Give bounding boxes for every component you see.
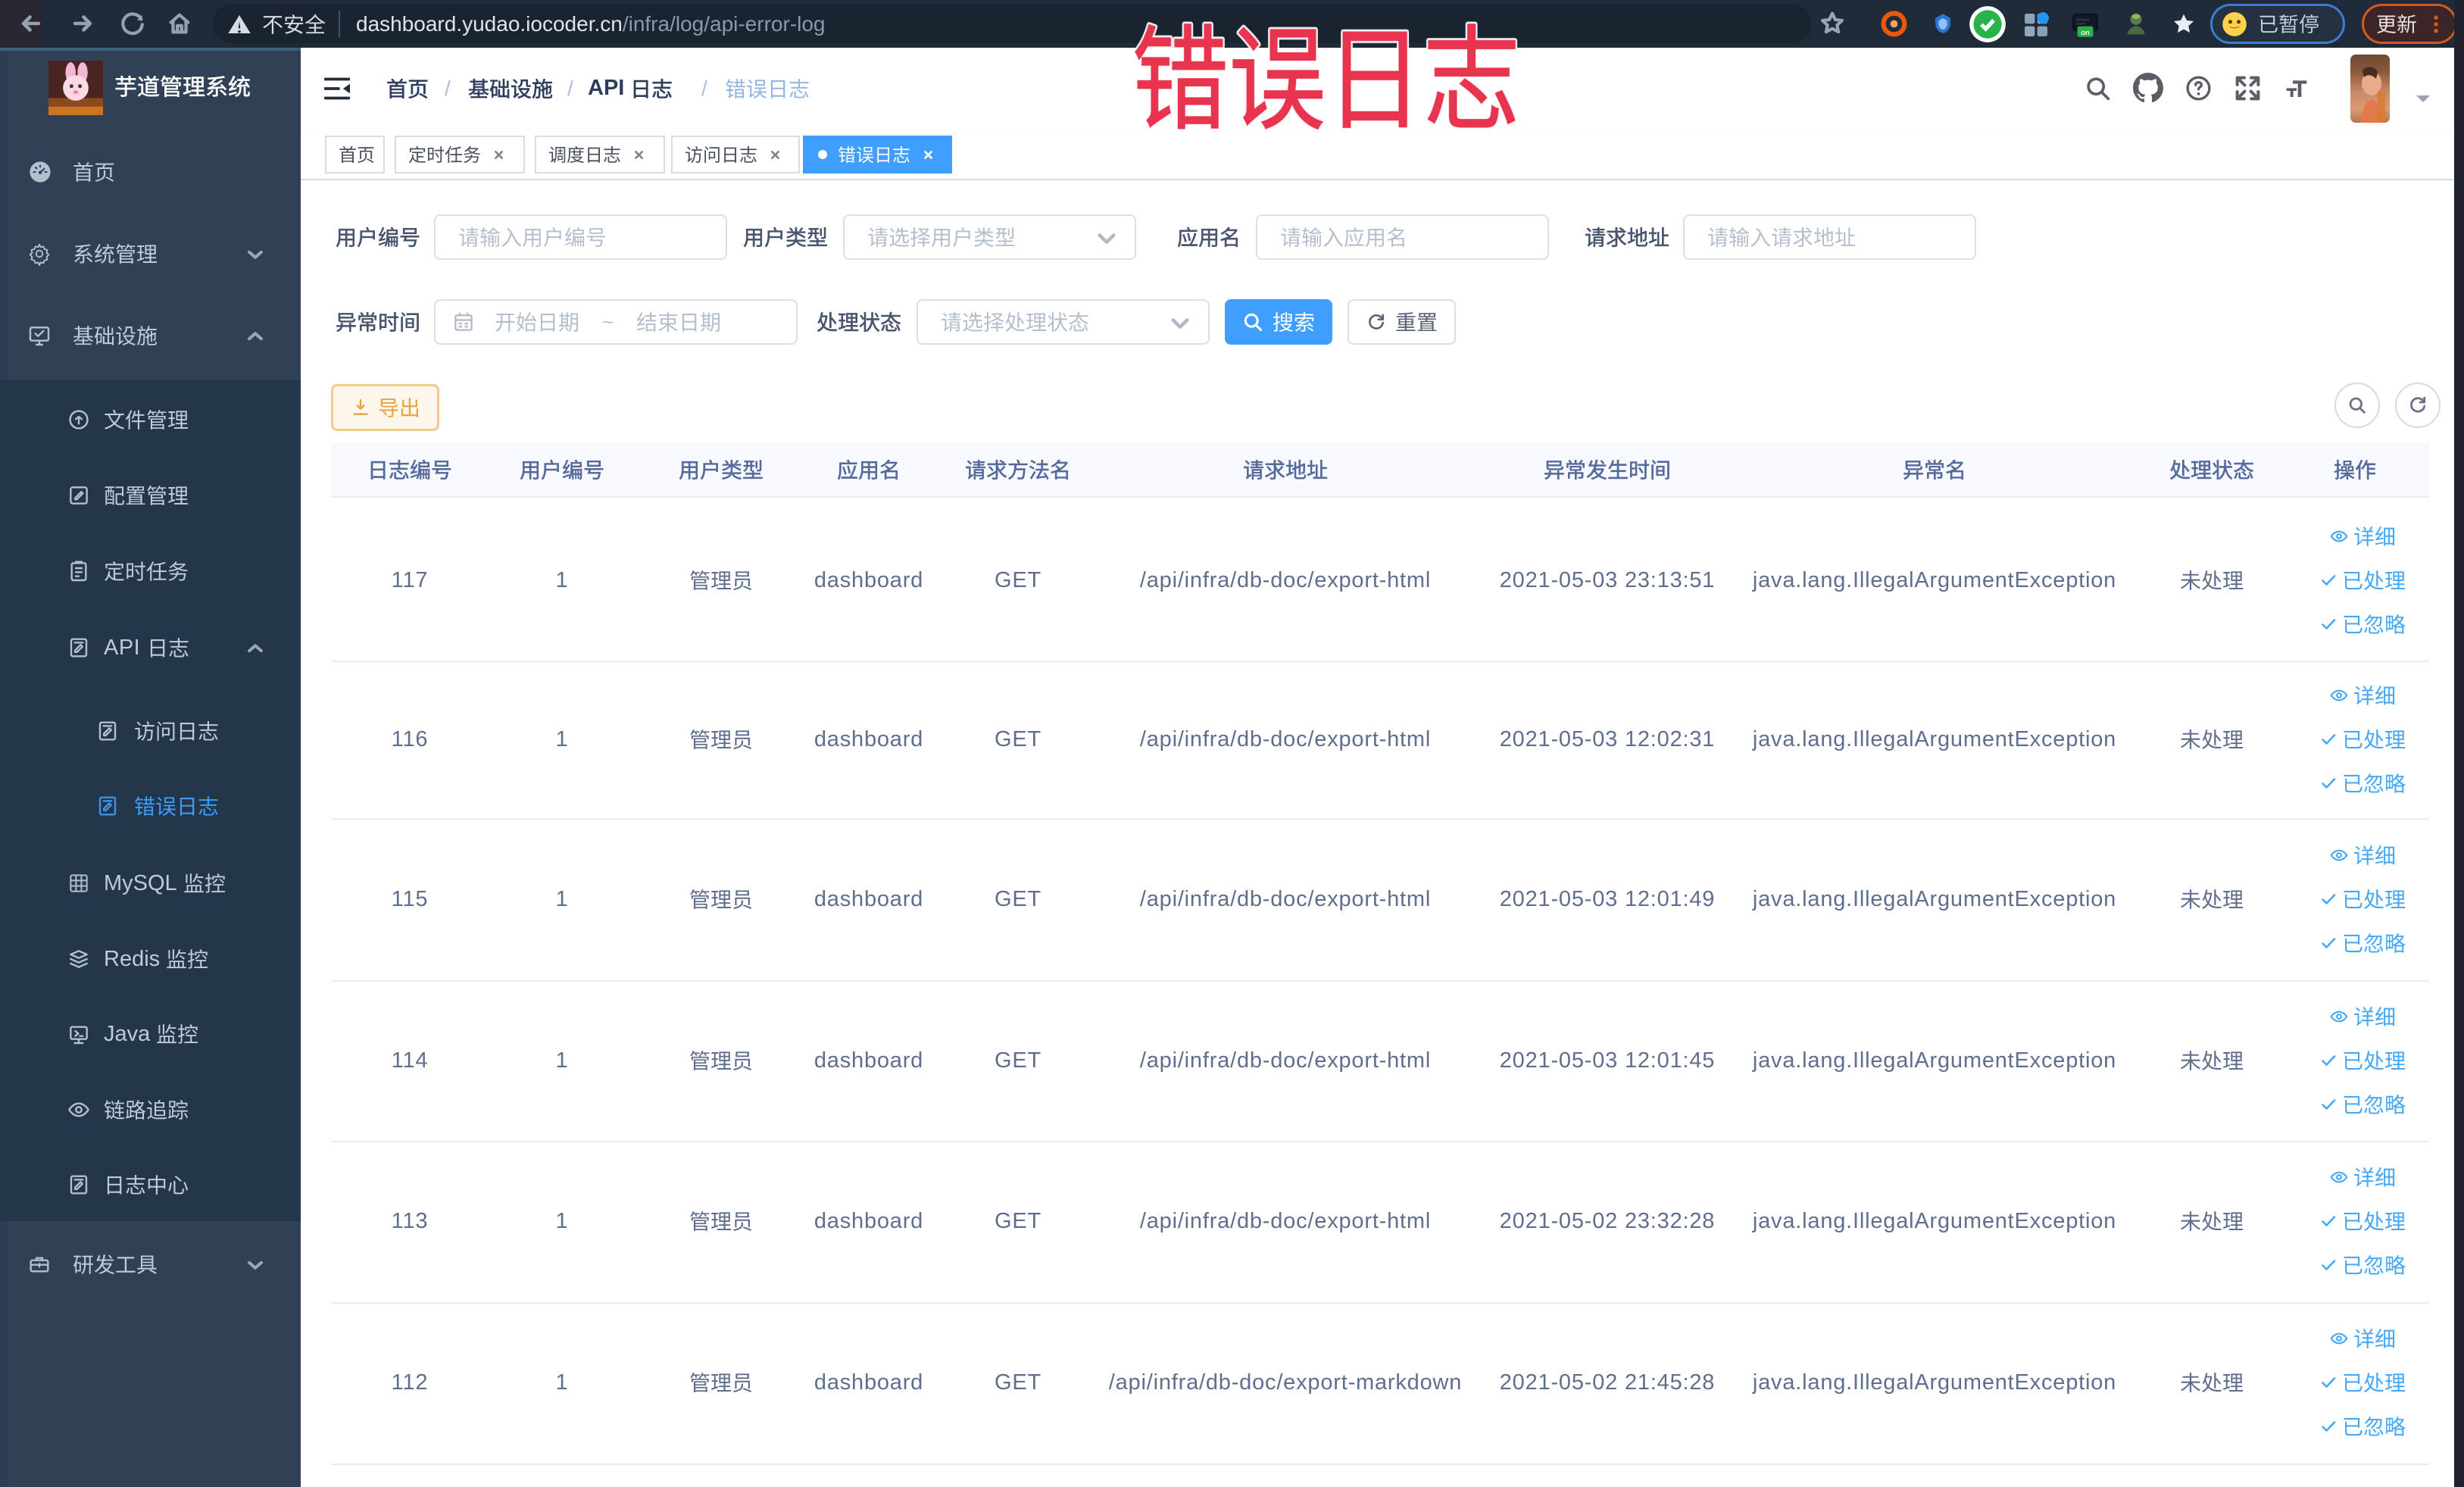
svg-text:on: on xyxy=(2081,29,2090,37)
